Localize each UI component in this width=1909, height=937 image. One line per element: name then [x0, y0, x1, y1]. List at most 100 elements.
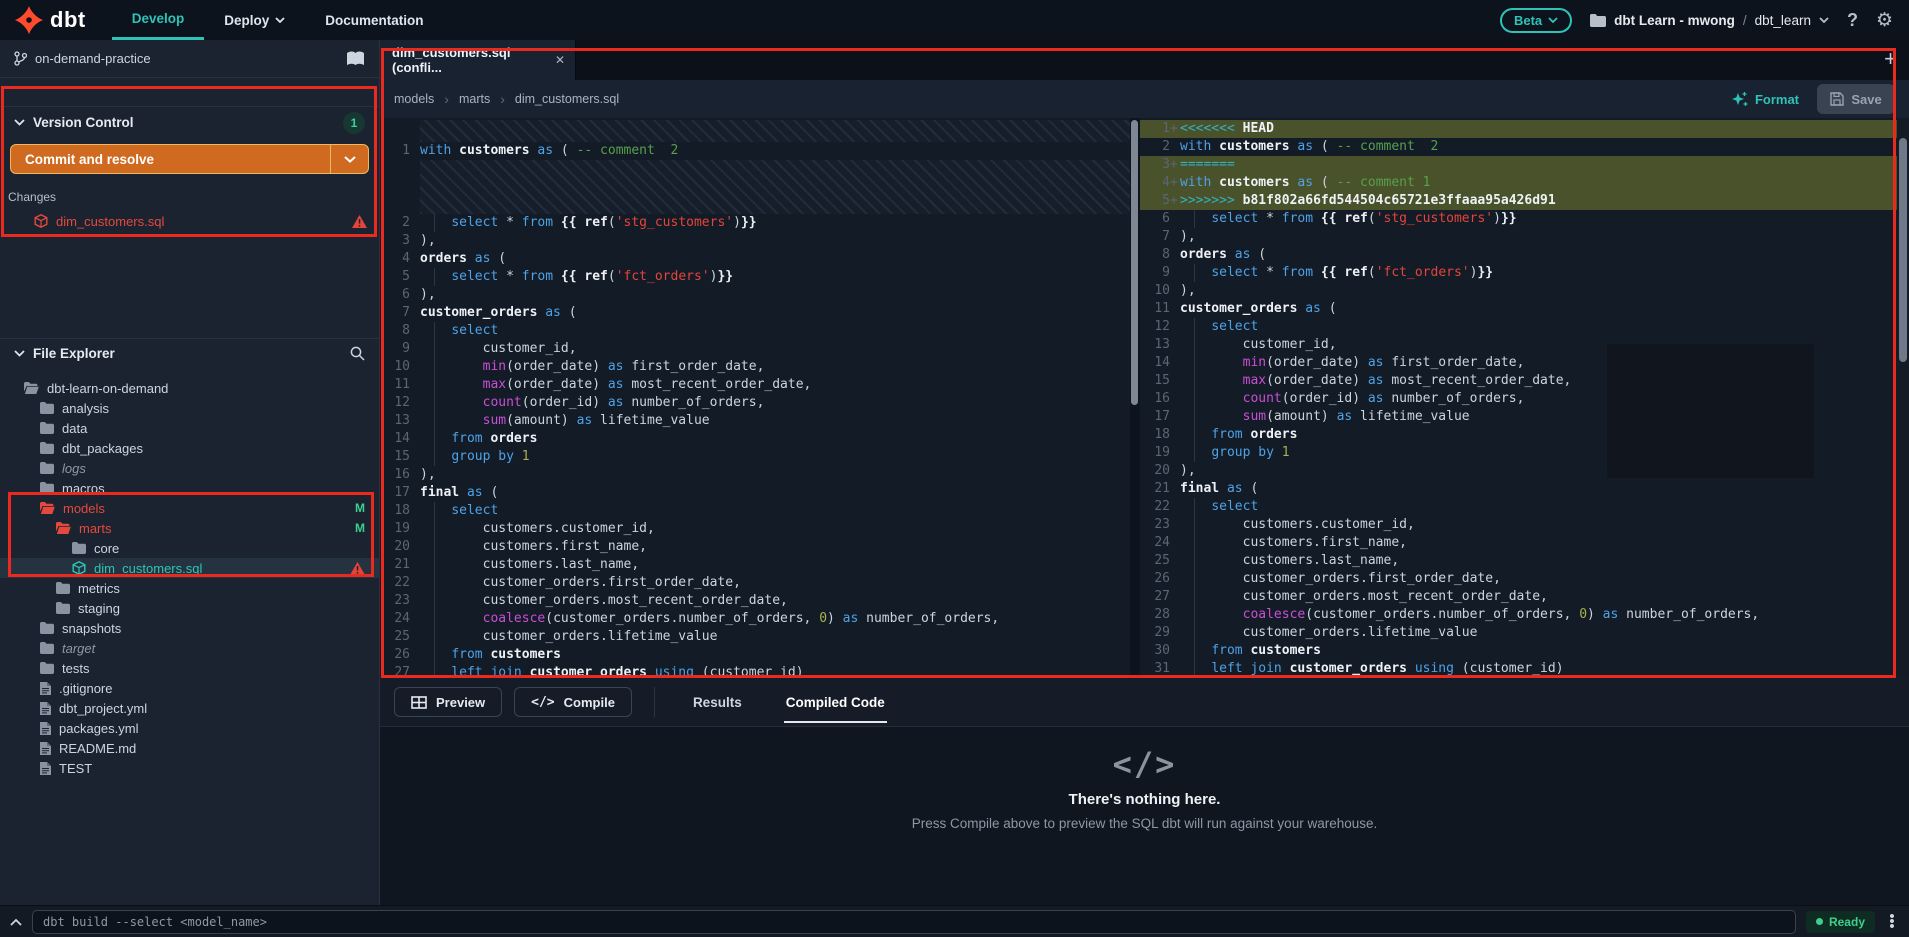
tree-item-dbt-packages[interactable]: dbt_packages — [0, 438, 379, 458]
code-line[interactable]: 26 from customers — [380, 646, 1130, 664]
kebab-menu-icon[interactable]: • • • — [1885, 909, 1899, 934]
compile-button[interactable]: </> Compile — [514, 687, 632, 717]
code-line[interactable]: 17 sum(amount) as lifetime_value — [1140, 408, 1897, 426]
code-line[interactable]: 21 customers.last_name, — [380, 556, 1130, 574]
preview-button[interactable]: Preview — [394, 687, 503, 717]
tree-item-readme-md[interactable]: README.md — [0, 738, 379, 758]
docs-book-icon[interactable] — [346, 51, 365, 66]
tree-item-marts[interactable]: marts M — [0, 518, 379, 538]
code-line[interactable]: 27 left join customer_orders using (cust… — [380, 664, 1130, 678]
nav-tab-documentation[interactable]: Documentation — [305, 0, 443, 40]
tree-item-staging[interactable]: staging — [0, 598, 379, 618]
tree-item--gitignore[interactable]: .gitignore — [0, 678, 379, 698]
tree-item-core[interactable]: core — [0, 538, 379, 558]
code-line[interactable]: 5 select * from {{ ref('fct_orders')}} — [380, 268, 1130, 286]
code-line[interactable]: 16), — [380, 466, 1130, 484]
code-line[interactable]: 3 + ======= — [1140, 156, 1897, 174]
code-line[interactable]: 7), — [1140, 228, 1897, 246]
code-line[interactable]: 10), — [1140, 282, 1897, 300]
code-line[interactable]: 21 final as ( — [1140, 480, 1897, 498]
code-line[interactable]: 3), — [380, 232, 1130, 250]
commit-options-caret[interactable] — [330, 145, 368, 173]
search-icon[interactable] — [350, 346, 365, 361]
breadcrumb-marts[interactable]: marts — [459, 92, 490, 106]
code-line[interactable]: 28 coalesce(customer_orders.number_of_or… — [1140, 606, 1897, 624]
format-button[interactable]: Format — [1731, 91, 1799, 108]
code-line[interactable]: 31 left join customer_orders using (cust… — [1140, 660, 1897, 678]
tree-item-logs[interactable]: logs — [0, 458, 379, 478]
commit-and-resolve-button[interactable]: Commit and resolve — [10, 144, 369, 174]
code-line[interactable]: 4 + with customers as ( -- comment 1 — [1140, 174, 1897, 192]
tab-dim-customers[interactable]: dim_customers.sql (confli... ✕ — [380, 40, 576, 80]
tree-item-packages-yml[interactable]: packages.yml — [0, 718, 379, 738]
tab-compiled-code[interactable]: Compiled Code — [770, 678, 901, 727]
code-line[interactable]: 13 sum(amount) as lifetime_value — [380, 412, 1130, 430]
branch-row[interactable]: on-demand-practice — [0, 40, 379, 78]
new-tab-button[interactable]: + — [1884, 48, 1897, 70]
code-line[interactable]: 1 with customers as ( -- comment 2 — [380, 142, 1130, 160]
editor-pane-current[interactable]: 1 with customers as ( -- comment 2 2 selec… — [380, 118, 1130, 678]
code-line[interactable]: 22 customer_orders.first_order_date, — [380, 574, 1130, 592]
tree-item-snapshots[interactable]: snapshots — [0, 618, 379, 638]
code-line[interactable]: 23 customers.customer_id, — [1140, 516, 1897, 534]
tree-item-dim-customers-sql[interactable]: dim_customers.sql — [0, 558, 379, 578]
nav-tab-deploy[interactable]: Deploy — [204, 0, 305, 40]
code-line[interactable]: 2 with customers as ( -- comment 2 — [1140, 138, 1897, 156]
scrollbar-thumb[interactable] — [1131, 120, 1138, 405]
code-line[interactable]: 1 + <<<<<<< HEAD — [1140, 120, 1897, 138]
code-line[interactable]: 11 customer_orders as ( — [1140, 300, 1897, 318]
code-line[interactable]: 4 orders as ( — [380, 250, 1130, 268]
close-icon[interactable]: ✕ — [555, 53, 565, 67]
help-icon[interactable]: ? — [1847, 10, 1858, 31]
breadcrumb-file[interactable]: dim_customers.sql — [515, 92, 619, 106]
editor-pane-incoming[interactable]: 1 + <<<<<<< HEAD 2 with customers as ( -- co… — [1140, 118, 1897, 678]
file-explorer-header[interactable]: File Explorer — [0, 338, 379, 368]
code-line[interactable]: 19 group by 1 — [1140, 444, 1897, 462]
tree-item-tests[interactable]: tests — [0, 658, 379, 678]
tree-item-dbt-project-yml[interactable]: dbt_project.yml — [0, 698, 379, 718]
tree-item-analysis[interactable]: analysis — [0, 398, 379, 418]
nav-tab-develop[interactable]: Develop — [111, 0, 205, 40]
code-line[interactable]: 14 min(order_date) as first_order_date, — [1140, 354, 1897, 372]
code-line[interactable]: 9 customer_id, — [380, 340, 1130, 358]
code-line[interactable]: 10 min(order_date) as first_order_date, — [380, 358, 1130, 376]
code-line[interactable]: 14 from orders — [380, 430, 1130, 448]
code-line[interactable]: 13 customer_id, — [1140, 336, 1897, 354]
code-line[interactable]: 6), — [380, 286, 1130, 304]
code-line[interactable]: 16 count(order_id) as number_of_orders, — [1140, 390, 1897, 408]
code-line[interactable]: 8 orders as ( — [1140, 246, 1897, 264]
code-line[interactable]: 17 final as ( — [380, 484, 1130, 502]
dbt-logo[interactable]: dbt — [0, 0, 112, 40]
scrollbar-thumb[interactable] — [1899, 138, 1907, 362]
version-control-header[interactable]: Version Control 1 — [0, 106, 379, 138]
code-line[interactable]: 7 customer_orders as ( — [380, 304, 1130, 322]
code-line[interactable]: 15 max(order_date) as most_recent_order_… — [1140, 372, 1897, 390]
chevron-up-icon[interactable] — [10, 918, 22, 926]
code-line[interactable]: 25 customer_orders.lifetime_value — [380, 628, 1130, 646]
code-line[interactable]: 30 from customers — [1140, 642, 1897, 660]
code-line[interactable]: 24 coalesce(customer_orders.number_of_or… — [380, 610, 1130, 628]
code-line[interactable]: 11 max(order_date) as most_recent_order_… — [380, 376, 1130, 394]
code-line[interactable]: 9 select * from {{ ref('fct_orders')}} — [1140, 264, 1897, 282]
code-line[interactable]: 19 customers.customer_id, — [380, 520, 1130, 538]
code-line[interactable]: 25 customers.last_name, — [1140, 552, 1897, 570]
tree-item-target[interactable]: target — [0, 638, 379, 658]
code-line[interactable]: 26 customer_orders.first_order_date, — [1140, 570, 1897, 588]
project-selector[interactable]: dbt Learn - mwong / dbt_learn — [1590, 13, 1829, 28]
code-line[interactable]: 2 select * from {{ ref('stg_customers')}… — [380, 214, 1130, 232]
tree-item-dbt-learn-on-demand[interactable]: dbt-learn-on-demand — [0, 378, 379, 398]
save-button[interactable]: Save — [1817, 84, 1895, 114]
code-line[interactable]: 12 select — [1140, 318, 1897, 336]
gear-icon[interactable]: ⚙ — [1876, 11, 1893, 30]
code-line[interactable]: 29 customer_orders.lifetime_value — [1140, 624, 1897, 642]
changed-file-dim-customers[interactable]: dim_customers.sql — [0, 210, 379, 232]
code-line[interactable]: 20), — [1140, 462, 1897, 480]
tree-item-macros[interactable]: macros — [0, 478, 379, 498]
code-line[interactable]: 5 + >>>>>>> b81f802a66fd544504c65721e3ffaa… — [1140, 192, 1897, 210]
tree-item-test[interactable]: TEST — [0, 758, 379, 778]
code-line[interactable]: 18 select — [380, 502, 1130, 520]
code-line[interactable]: 15 group by 1 — [380, 448, 1130, 466]
code-line[interactable]: 8 select — [380, 322, 1130, 340]
code-line[interactable]: 12 count(order_id) as number_of_orders, — [380, 394, 1130, 412]
code-line[interactable]: 20 customers.first_name, — [380, 538, 1130, 556]
